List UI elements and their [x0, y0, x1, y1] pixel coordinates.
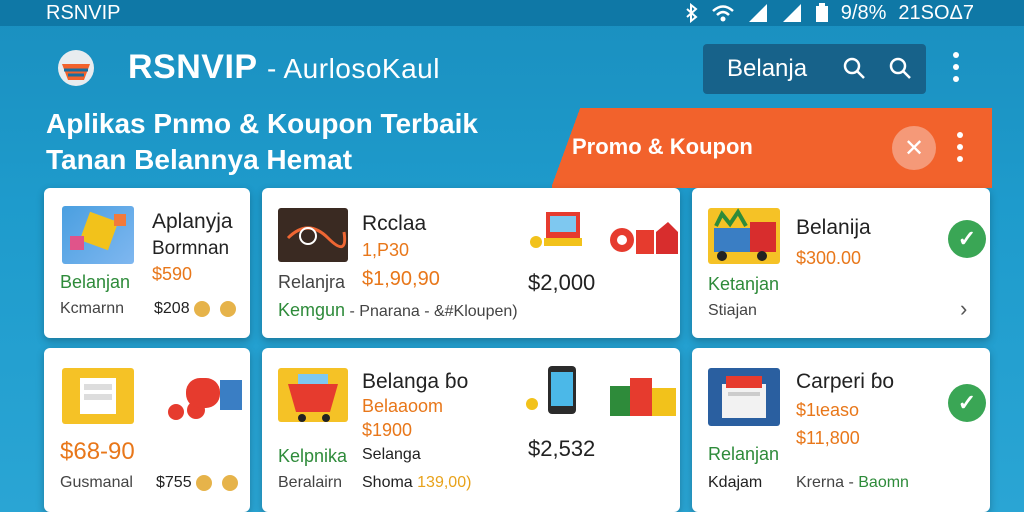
amount-value: $208 [154, 300, 190, 317]
status-time: 21SOΔ7 [898, 1, 974, 24]
search-icon-2[interactable] [888, 56, 912, 87]
footer-text: - Pnarana - &#Kloupen) [349, 303, 518, 320]
product-image-2 [156, 372, 246, 422]
product-tag: Belanjan [60, 272, 131, 292]
product-image [278, 208, 348, 262]
app-title-sub: - AurlosoKaul [266, 53, 440, 84]
promo-label: Promo & Koupon [572, 134, 753, 159]
product-price: $68-90 [60, 438, 135, 465]
product-tag: Kelpnika [278, 446, 348, 466]
card-footer: Kemgun - Pnarana - &#Kloupen) [278, 300, 518, 321]
product-image [62, 206, 134, 264]
product-name: Belanija [796, 216, 871, 239]
product-subtitle: Belaaoom [362, 396, 444, 416]
product-price-2: $11,800 [796, 428, 860, 448]
product-price: $590 [152, 264, 193, 284]
wifi-icon [711, 4, 735, 22]
product-image [278, 368, 348, 422]
battery-percent: 9/8% [840, 1, 887, 24]
product-label: Relanjra [278, 272, 346, 292]
headline: Aplikas Pnmo & Koupon Terbaik Tanan Bela… [46, 106, 478, 178]
check-icon[interactable]: ✓ [948, 220, 986, 258]
coin-icon [219, 300, 236, 317]
app-logo-icon [54, 46, 98, 90]
product-card[interactable]: Belanga ɓo Belaaoom $1900 $2,532 Kelpnik… [262, 348, 680, 512]
product-card[interactable]: Belanija $300.00 Ketanjan Stiajan ✓ › [692, 188, 990, 338]
seller-name: Kdajam [708, 474, 763, 491]
product-price: $1ɩeaso [796, 400, 860, 420]
product-image [62, 368, 134, 424]
chevron-right-icon[interactable]: › [960, 296, 967, 322]
gift-boxes-icon [608, 372, 678, 418]
product-amount: $755 [156, 474, 238, 492]
product-label: Selanga [362, 446, 421, 463]
status-icons: 9/8% 21SOΔ7 [685, 2, 974, 25]
app-bar: RSNVIP - AurlosoKaul Belanja [0, 36, 1024, 102]
bluetooth-icon [685, 3, 699, 23]
product-card[interactable]: Carperi ɓo $1ɩeaso $11,800 Relanjan Kdaj… [692, 348, 990, 512]
product-card[interactable]: Rcclaa 1,P30 Relanjra $1,90,90 $2,000 Ke… [262, 188, 680, 338]
search-icon[interactable] [842, 56, 866, 87]
product-name: Rcclaa [362, 212, 427, 235]
card-footer-2: Shoma 139,00) [362, 474, 471, 492]
more-options-icon[interactable] [948, 52, 964, 82]
product-name: Carperi ɓo [796, 370, 895, 393]
product-image [708, 208, 780, 264]
footer-text: Krerna - [796, 474, 854, 491]
coin-icon [195, 474, 212, 491]
product-image [708, 368, 780, 426]
product-amount: $208 [154, 300, 236, 318]
battery-icon [815, 3, 829, 23]
search-input[interactable]: Belanja [703, 44, 926, 94]
headline-line-2: Tanan Belannya Hemat [46, 144, 353, 175]
product-name-2: Bormnan [152, 238, 230, 259]
product-tag: Relanjan [708, 444, 780, 464]
check-icon[interactable]: ✓ [948, 384, 986, 422]
seller-name: Gusmanal [60, 474, 133, 491]
product-total: $2,000 [528, 270, 596, 295]
product-tag: Ketanjan [708, 274, 780, 294]
product-old-price: 1,P30 [362, 240, 410, 260]
footer-green: Kemgun [278, 300, 346, 320]
product-card[interactable]: Aplanyja Bormnan $590 Belanjan Kcmarnn $… [44, 188, 250, 338]
card-footer: Beralairn [278, 474, 342, 492]
card-footer: Krerna - Baomn [796, 474, 909, 492]
search-text: Belanja [727, 55, 808, 82]
coin-icon [221, 474, 238, 491]
product-price: $300.00 [796, 248, 862, 268]
status-app-name: RSNVIP [46, 1, 121, 24]
app-title: RSNVIP - AurlosoKaul [128, 48, 440, 87]
promo-more-icon[interactable] [952, 132, 968, 162]
product-total: $2,532 [528, 436, 596, 461]
footer-green: Baomn [858, 474, 909, 491]
product-price: $1900 [362, 420, 413, 440]
promo-banner[interactable]: Promo & Koupon ✕ [552, 108, 992, 188]
seller-name: Stiajan [708, 302, 757, 319]
product-card[interactable]: $68-90 Gusmanal $755 [44, 348, 250, 512]
product-name: Aplanyja [152, 210, 233, 233]
app-title-main: RSNVIP [128, 48, 257, 86]
product-name: Belanga ɓo [362, 370, 469, 393]
headline-line-1: Aplikas Pnmo & Koupon Terbaik [46, 108, 478, 139]
shopping-basket-icon [528, 206, 590, 254]
seller-name: Kcmarnn [60, 300, 125, 317]
signal-icon-2 [781, 4, 803, 22]
smartphone-icon [524, 364, 584, 418]
amount-value: $755 [156, 474, 192, 491]
product-price: $1,90,90 [362, 268, 440, 290]
shopping-items-icon [608, 216, 678, 258]
footer-label: Beralairn [278, 474, 343, 491]
footer-label-2: Shoma [362, 474, 413, 491]
status-bar: RSNVIP 9/8% 21SOΔ7 [0, 0, 1024, 26]
signal-icon [747, 4, 769, 22]
close-icon[interactable]: ✕ [892, 126, 936, 170]
footer-value: 139,00) [417, 474, 472, 491]
coin-icon [193, 300, 210, 317]
